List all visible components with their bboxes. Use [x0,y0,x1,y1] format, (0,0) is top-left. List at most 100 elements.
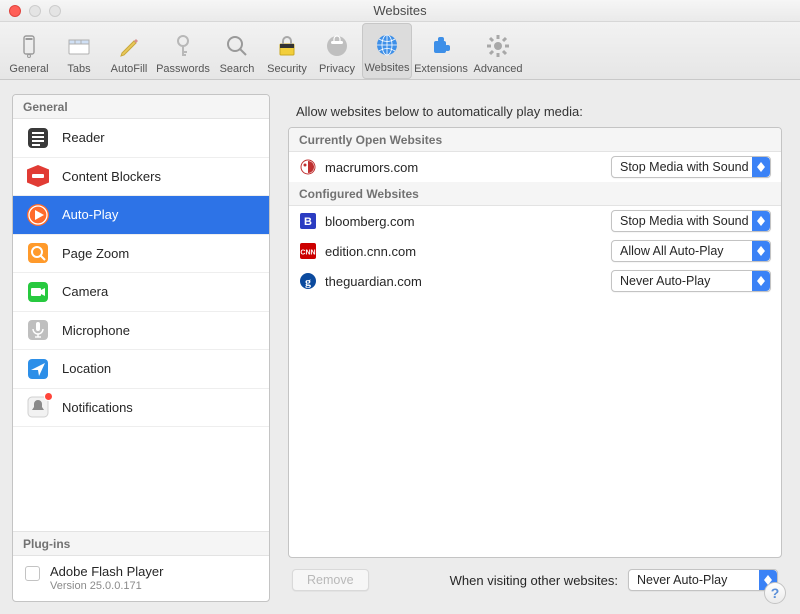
window-title: Websites [373,3,426,18]
window-controls [9,5,61,17]
sidebar-item-label: Microphone [62,323,130,338]
toolbar-label: General [9,63,48,75]
reader-icon [25,125,51,151]
main-pane: Allow websites below to automatically pl… [282,94,788,602]
privacy-icon [322,31,352,61]
site-setting-select[interactable]: Allow All Auto-Play [611,240,771,262]
site-name: macrumors.com [325,160,603,175]
toolbar-label: Security [267,63,307,75]
websites-list: Currently Open Websites macrumors.com St… [288,127,782,558]
sidebar-item-microphone[interactable]: Microphone [13,312,269,351]
svg-text:B: B [304,216,312,228]
sidebar-item-reader[interactable]: Reader [13,119,269,158]
sidebar-item-notifications[interactable]: Notifications [13,389,269,428]
toolbar-general[interactable]: General [4,23,54,79]
plugin-name: Adobe Flash Player [50,564,163,580]
titlebar: Websites [0,0,800,22]
location-icon [25,356,51,382]
select-value: Never Auto-Play [637,573,727,587]
passwords-icon [168,31,198,61]
sidebar-group-general: General [13,95,269,119]
advanced-icon [483,31,513,61]
autoplay-icon [25,202,51,228]
websites-icon [372,30,402,60]
content-area: General Reader Content Blockers Auto-Pla… [0,80,800,614]
help-icon: ? [771,585,780,601]
toolbar-label: AutoFill [111,63,148,75]
toolbar-security[interactable]: Security [262,23,312,79]
sidebar-item-location[interactable]: Location [13,350,269,389]
sidebar-item-label: Auto-Play [62,207,118,222]
plugin-version: Version 25.0.0.171 [50,580,163,593]
close-window-button[interactable] [9,5,21,17]
tabs-icon [64,31,94,61]
toolbar-search[interactable]: Search [212,23,262,79]
sidebar-item-contentblockers[interactable]: Content Blockers [13,158,269,197]
sidebar-group-plugins: Plug-ins [13,532,269,556]
help-button[interactable]: ? [764,582,786,604]
plugin-row[interactable]: Adobe Flash Player Version 25.0.0.171 [13,556,269,601]
section-configured-header: Configured Websites [289,182,781,206]
camera-icon [25,279,51,305]
website-row[interactable]: B bloomberg.com Stop Media with Sound [289,206,781,236]
toolbar-autofill[interactable]: AutoFill [104,23,154,79]
autofill-icon [114,31,144,61]
section-open-header: Currently Open Websites [289,128,781,152]
pagezoom-icon [25,240,51,266]
security-icon [272,31,302,61]
remove-button[interactable]: Remove [292,569,369,591]
toolbar-label: Search [220,63,255,75]
toolbar-label: Websites [364,62,409,74]
notifications-icon [25,394,51,420]
sidebar-item-label: Page Zoom [62,246,129,261]
svg-text:g: g [305,275,311,289]
select-value: Stop Media with Sound [620,214,749,228]
site-name: bloomberg.com [325,214,603,229]
site-favicon [299,158,317,176]
toolbar-label: Extensions [414,63,468,75]
search-icon [222,31,252,61]
select-arrows-icon [752,241,770,261]
website-row[interactable]: CNN edition.cnn.com Allow All Auto-Play [289,236,781,266]
toolbar-advanced[interactable]: Advanced [470,23,526,79]
toolbar-label: Tabs [67,63,90,75]
toolbar-label: Privacy [319,63,355,75]
microphone-icon [25,317,51,343]
main-heading: Allow websites below to automatically pl… [288,100,782,127]
select-value: Allow All Auto-Play [620,244,724,258]
site-setting-select[interactable]: Never Auto-Play [611,270,771,292]
toolbar-privacy[interactable]: Privacy [312,23,362,79]
select-value: Never Auto-Play [620,274,710,288]
site-favicon: CNN [299,242,317,260]
toolbar-passwords[interactable]: Passwords [154,23,212,79]
default-setting-select[interactable]: Never Auto-Play [628,569,778,591]
select-arrows-icon [752,211,770,231]
content-blockers-icon [25,163,51,189]
sidebar: General Reader Content Blockers Auto-Pla… [12,94,270,602]
plugin-checkbox[interactable] [25,566,40,581]
website-row[interactable]: g theguardian.com Never Auto-Play [289,266,781,296]
toolbar-tabs[interactable]: Tabs [54,23,104,79]
minimize-window-button[interactable] [29,5,41,17]
website-row[interactable]: macrumors.com Stop Media with Sound [289,152,781,182]
sidebar-item-camera[interactable]: Camera [13,273,269,312]
preferences-toolbar: General Tabs AutoFill Passwords Search S… [0,22,800,80]
extensions-icon [426,31,456,61]
sidebar-item-pagezoom[interactable]: Page Zoom [13,235,269,274]
zoom-window-button[interactable] [49,5,61,17]
toolbar-websites[interactable]: Websites [362,23,412,79]
site-setting-select[interactable]: Stop Media with Sound [611,210,771,232]
sidebar-item-label: Location [62,361,111,376]
sidebar-item-autoplay[interactable]: Auto-Play [13,196,269,235]
svg-text:CNN: CNN [300,250,315,257]
site-name: edition.cnn.com [325,244,603,259]
select-arrows-icon [752,271,770,291]
toolbar-label: Passwords [156,63,210,75]
select-arrows-icon [752,157,770,177]
toolbar-extensions[interactable]: Extensions [412,23,470,79]
remove-label: Remove [307,573,354,587]
sidebar-plugins-section: Plug-ins Adobe Flash Player Version 25.0… [13,531,269,601]
toolbar-label: Advanced [474,63,523,75]
site-setting-select[interactable]: Stop Media with Sound [611,156,771,178]
sidebar-item-label: Reader [62,130,105,145]
